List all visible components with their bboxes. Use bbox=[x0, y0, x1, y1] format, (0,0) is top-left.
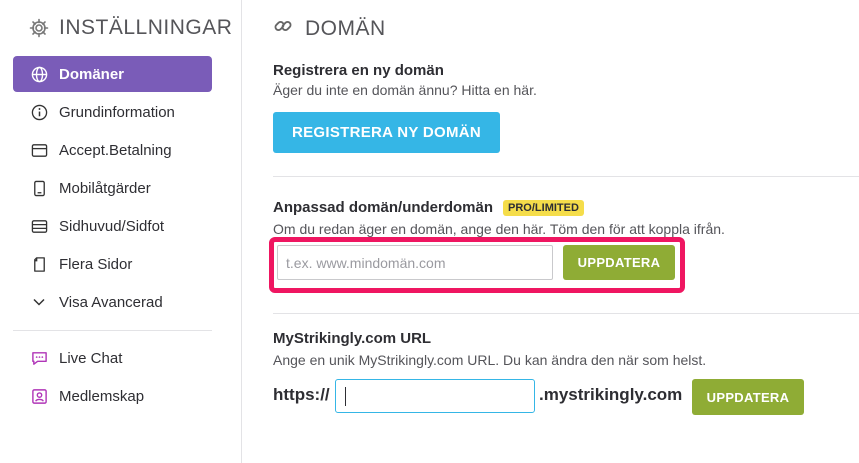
sidebar-header: INSTÄLLNINGAR bbox=[29, 16, 232, 40]
settings-sidebar: INSTÄLLNINGAR Domäner Grundinformation A… bbox=[0, 0, 242, 463]
sidebar-item-grundinformation[interactable]: Grundinformation bbox=[13, 94, 212, 130]
sidebar-item-label: Accept.Betalning bbox=[59, 141, 172, 159]
custom-domain-section: Anpassad domän/underdomän PRO/LIMITED Om… bbox=[273, 199, 859, 237]
sidebar-item-label: Grundinformation bbox=[59, 103, 175, 121]
globe-icon bbox=[30, 65, 48, 83]
sidebar-item-visa-avancerad[interactable]: Visa Avancerad bbox=[13, 284, 212, 320]
sidebar-divider bbox=[13, 330, 212, 331]
text-caret bbox=[345, 387, 346, 406]
url-prefix: https:// bbox=[273, 385, 330, 404]
sidebar-item-label: Sidhuvud/Sidfot bbox=[59, 217, 165, 235]
link-icon bbox=[273, 16, 293, 41]
sidebar-item-sidhuvud-sidfot[interactable]: Sidhuvud/Sidfot bbox=[13, 208, 212, 244]
chevron-down-icon bbox=[30, 293, 48, 311]
sidebar-title: INSTÄLLNINGAR bbox=[59, 16, 233, 39]
register-title: Registrera en ny domän bbox=[273, 62, 444, 79]
sidebar-item-label: Flera Sidor bbox=[59, 255, 133, 273]
sidebar-item-accept-betalning[interactable]: Accept.Betalning bbox=[13, 132, 212, 168]
custom-domain-title: Anpassad domän/underdomän bbox=[273, 199, 494, 216]
sidebar-item-label: Live Chat bbox=[59, 349, 123, 367]
member-icon bbox=[30, 387, 48, 405]
sidebar-item-label: Visa Avancerad bbox=[59, 293, 163, 311]
custom-domain-input[interactable]: t.ex. www.mindomän.com bbox=[277, 245, 553, 280]
mobile-icon bbox=[30, 179, 48, 197]
panel-header: DOMÄN bbox=[273, 16, 386, 41]
register-description: Äger du inte en domän ännu? Hitta en här… bbox=[273, 82, 537, 98]
custom-domain-heading: Anpassad domän/underdomän PRO/LIMITED bbox=[273, 199, 859, 216]
section-divider bbox=[273, 313, 859, 314]
sidebar-item-live-chat[interactable]: Live Chat bbox=[13, 340, 212, 376]
pages-icon bbox=[30, 255, 48, 273]
sidebar-item-mobilatgarder[interactable]: Mobilåtgärder bbox=[13, 170, 212, 206]
sidebar-item-medlemskap[interactable]: Medlemskap bbox=[13, 378, 212, 414]
register-domain-button[interactable]: REGISTRERA NY DOMÄN bbox=[273, 112, 500, 153]
sidebar-secondary-nav: Live Chat Medlemskap bbox=[13, 340, 212, 416]
subdomain-input[interactable] bbox=[335, 379, 535, 413]
strikingly-url-section: MyStrikingly.com URL Ange en unik MyStri… bbox=[273, 330, 859, 368]
sidebar-item-label: Domäner bbox=[59, 65, 125, 83]
info-icon bbox=[30, 103, 48, 121]
url-title: MyStrikingly.com URL bbox=[273, 330, 432, 347]
update-custom-domain-button[interactable]: UPPDATERA bbox=[563, 245, 675, 280]
sidebar-nav: Domäner Grundinformation Accept.Betalnin… bbox=[13, 56, 212, 322]
sidebar-item-flera-sidor[interactable]: Flera Sidor bbox=[13, 246, 212, 282]
register-domain-section: Registrera en ny domän Äger du inte en d… bbox=[273, 62, 859, 153]
layout-icon bbox=[30, 217, 48, 235]
section-divider bbox=[273, 176, 859, 177]
url-description: Ange en unik MyStrikingly.com URL. Du ka… bbox=[273, 352, 707, 368]
sidebar-item-label: Mobilåtgärder bbox=[59, 179, 151, 197]
sidebar-item-domaner[interactable]: Domäner bbox=[13, 56, 212, 92]
custom-domain-description: Om du redan äger en domän, ange den här.… bbox=[273, 221, 725, 237]
page-title: DOMÄN bbox=[305, 16, 386, 40]
gear-icon bbox=[29, 18, 49, 38]
sidebar-item-label: Medlemskap bbox=[59, 387, 145, 405]
url-suffix: .mystrikingly.com bbox=[539, 385, 683, 404]
update-url-button[interactable]: UPPDATERA bbox=[692, 379, 804, 415]
plan-badge: PRO/LIMITED bbox=[503, 199, 584, 216]
card-icon bbox=[30, 141, 48, 159]
chat-icon bbox=[30, 349, 48, 367]
